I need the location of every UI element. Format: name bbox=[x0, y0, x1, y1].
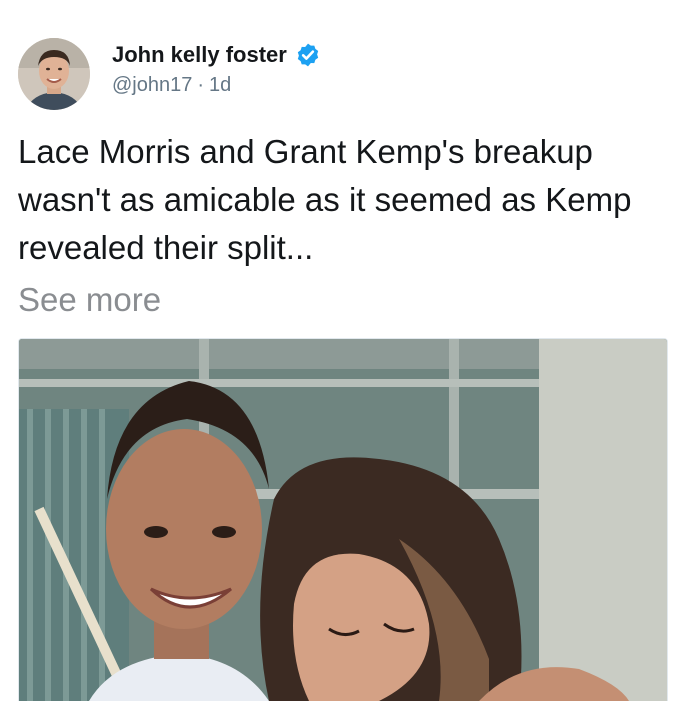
name-row: John kelly foster bbox=[112, 40, 321, 70]
tweet-media-photo[interactable] bbox=[18, 338, 668, 701]
tweet-timestamp[interactable]: 1d bbox=[209, 74, 231, 96]
tweet-card[interactable]: John kelly foster @john17 · 1d Lace Morris… bbox=[0, 0, 700, 701]
see-more-link[interactable]: See more bbox=[18, 276, 161, 324]
author-display-name[interactable]: John kelly foster bbox=[112, 42, 287, 68]
photo-illustration bbox=[19, 339, 667, 701]
author-handle[interactable]: @john17 bbox=[112, 74, 192, 96]
avatar-photo bbox=[18, 38, 90, 110]
tweet-meta: @john17 · 1d bbox=[112, 74, 321, 97]
verified-badge-icon bbox=[295, 42, 321, 68]
meta-separator: · bbox=[197, 74, 205, 96]
user-info: John kelly foster @john17 · 1d bbox=[112, 40, 321, 97]
avatar[interactable] bbox=[18, 38, 90, 110]
tweet-text: Lace Morris and Grant Kemp's breakup was… bbox=[18, 133, 632, 266]
